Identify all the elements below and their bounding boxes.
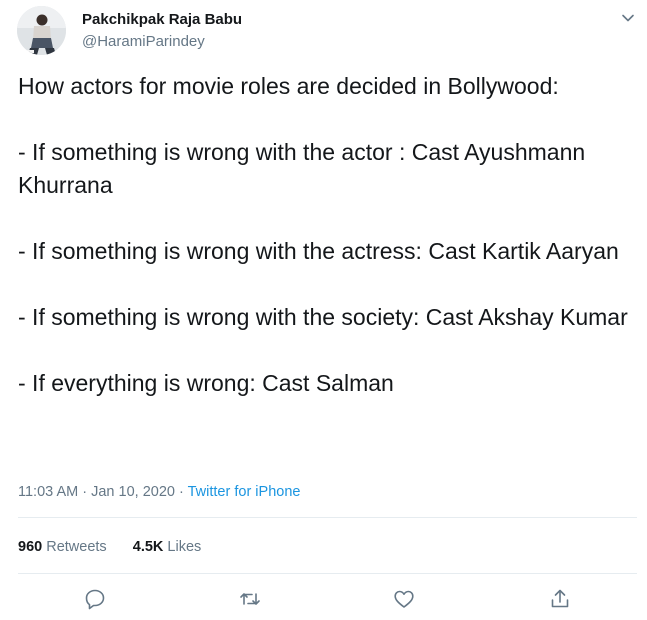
tweet-date[interactable]: Jan 10, 2020 — [91, 484, 175, 500]
tweet-line: - If everything is wrong: Cast Salman — [18, 370, 394, 396]
likes-stat[interactable]: 4.5K Likes — [133, 539, 202, 555]
retweets-count: 960 — [18, 539, 43, 555]
likes-count: 4.5K — [132, 539, 164, 555]
avatar[interactable] — [17, 6, 66, 55]
share-icon[interactable] — [548, 587, 572, 611]
tweet-line: - If something is wrong with the actor :… — [18, 139, 586, 198]
tweet-line: - If something is wrong with the actress… — [18, 238, 619, 264]
chevron-down-icon[interactable] — [618, 8, 638, 28]
tweet-line: How actors for movie roles are decided i… — [18, 73, 559, 99]
tweet-time[interactable]: 11:03 AM — [18, 484, 78, 500]
author-handle[interactable]: @HaramiParindey — [82, 33, 205, 50]
retweets-stat[interactable]: 960 Retweets — [18, 539, 107, 555]
divider — [18, 573, 637, 574]
heart-icon[interactable] — [392, 587, 416, 611]
tweet-meta: 11:03 AM · Jan 10, 2020 · Twitter for iP… — [18, 484, 300, 500]
retweet-icon[interactable] — [238, 587, 262, 611]
likes-label: Likes — [167, 539, 202, 555]
tweet-source-link[interactable]: Twitter for iPhone — [188, 484, 301, 500]
tweet-card: Pakchikpak Raja Babu @HaramiParindey How… — [0, 0, 647, 620]
tweet-line: - If something is wrong with the society… — [18, 304, 628, 330]
tweet-text: How actors for movie roles are decided i… — [18, 70, 638, 400]
divider — [18, 517, 637, 518]
reply-icon[interactable] — [83, 587, 107, 611]
retweets-label: Retweets — [46, 539, 107, 555]
meta-separator: · — [82, 484, 88, 500]
meta-separator: · — [179, 484, 184, 500]
author-name[interactable]: Pakchikpak Raja Babu — [82, 11, 242, 28]
avatar-image — [17, 6, 66, 55]
tweet-stats: 960 Retweets 4.5K Likes — [18, 539, 201, 555]
